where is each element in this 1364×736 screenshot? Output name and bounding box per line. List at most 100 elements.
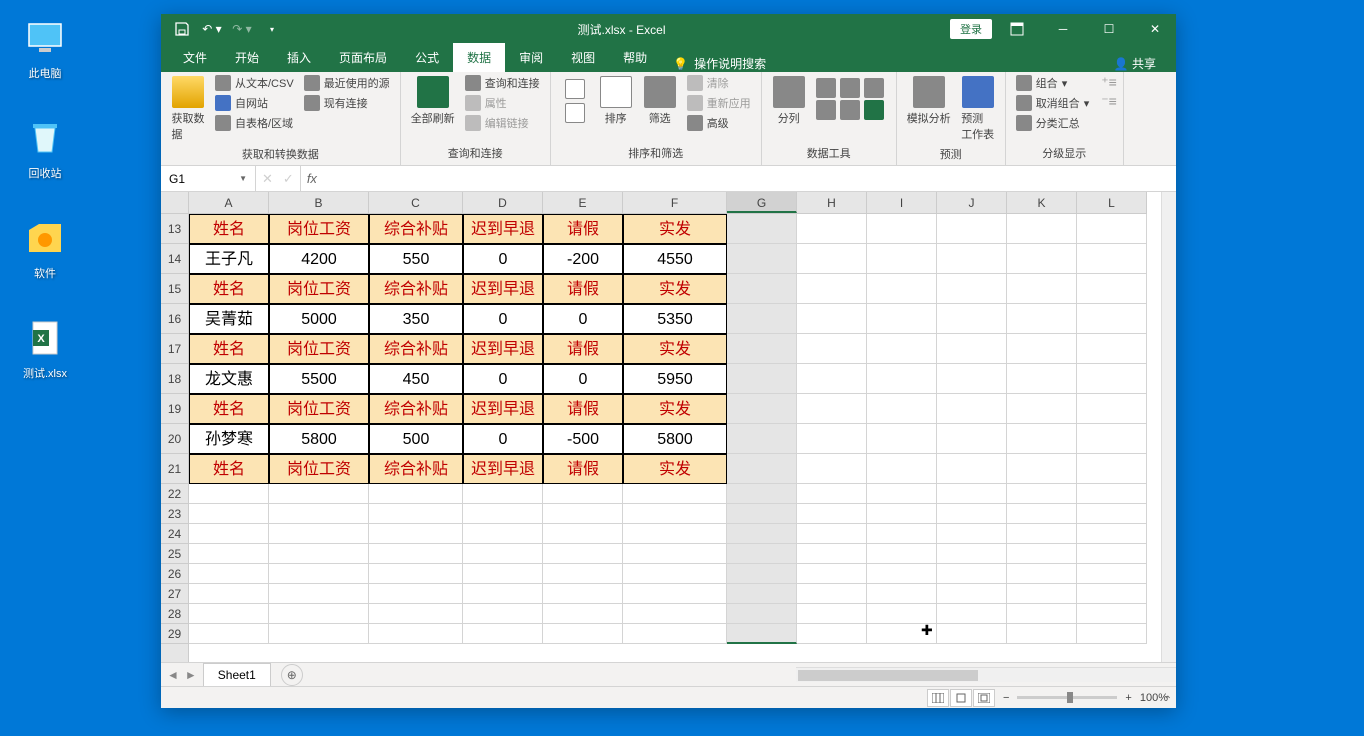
- cell[interactable]: 550: [369, 244, 463, 274]
- cell[interactable]: [543, 584, 623, 604]
- cell[interactable]: 综合补贴: [369, 334, 463, 364]
- cell[interactable]: [797, 394, 867, 424]
- tab-nav-next[interactable]: ►: [185, 668, 197, 682]
- cell[interactable]: 请假: [543, 394, 623, 424]
- row-header-21[interactable]: 21: [161, 454, 188, 484]
- cell[interactable]: [727, 624, 797, 644]
- what-if-button[interactable]: 模拟分析: [903, 74, 955, 128]
- consolidate-icon[interactable]: [816, 100, 836, 120]
- cell[interactable]: 实发: [623, 454, 727, 484]
- cell[interactable]: [937, 504, 1007, 524]
- cell[interactable]: 龙文惠: [189, 364, 269, 394]
- row-header-18[interactable]: 18: [161, 364, 188, 394]
- data-validation-icon[interactable]: [864, 78, 884, 98]
- cell[interactable]: [623, 484, 727, 504]
- cell[interactable]: [1007, 484, 1077, 504]
- cell[interactable]: 5350: [623, 304, 727, 334]
- cell[interactable]: [1077, 304, 1147, 334]
- cell[interactable]: 综合补贴: [369, 454, 463, 484]
- cell[interactable]: [797, 424, 867, 454]
- cell[interactable]: 实发: [623, 274, 727, 304]
- tab-file[interactable]: 文件: [169, 43, 221, 72]
- cell[interactable]: [867, 504, 937, 524]
- cell[interactable]: [189, 544, 269, 564]
- cell[interactable]: [727, 424, 797, 454]
- cell[interactable]: [269, 484, 369, 504]
- vertical-scrollbar[interactable]: [1161, 192, 1176, 662]
- cell[interactable]: [937, 214, 1007, 244]
- desktop-icon-file-xlsx[interactable]: X 测试.xlsx: [10, 318, 80, 381]
- cell[interactable]: 迟到早退: [463, 454, 543, 484]
- data-model-icon[interactable]: [864, 100, 884, 120]
- add-sheet-button[interactable]: ⊕: [281, 664, 303, 686]
- cell[interactable]: 姓名: [189, 214, 269, 244]
- tab-data[interactable]: 数据: [453, 43, 505, 72]
- cell[interactable]: [543, 624, 623, 644]
- cell[interactable]: [269, 604, 369, 624]
- cell[interactable]: [463, 504, 543, 524]
- tab-home[interactable]: 开始: [221, 43, 273, 72]
- cell[interactable]: 0: [463, 424, 543, 454]
- row-header-13[interactable]: 13: [161, 214, 188, 244]
- cell[interactable]: [867, 364, 937, 394]
- cell[interactable]: [623, 504, 727, 524]
- cell[interactable]: [937, 394, 1007, 424]
- hide-detail-icon[interactable]: ⁻≡: [1101, 93, 1117, 110]
- get-data-button[interactable]: 获取数 据: [167, 74, 209, 144]
- cell[interactable]: [463, 484, 543, 504]
- cell[interactable]: [1077, 394, 1147, 424]
- fx-icon[interactable]: fx: [301, 171, 323, 186]
- cell[interactable]: [1077, 544, 1147, 564]
- cell[interactable]: 孙梦寒: [189, 424, 269, 454]
- cell[interactable]: 0: [463, 304, 543, 334]
- column-header-E[interactable]: E: [543, 192, 623, 213]
- cell[interactable]: 5800: [623, 424, 727, 454]
- cell[interactable]: 实发: [623, 394, 727, 424]
- cell[interactable]: [867, 304, 937, 334]
- cell[interactable]: [797, 364, 867, 394]
- cell[interactable]: [867, 274, 937, 304]
- recent-sources-button[interactable]: 最近使用的源: [300, 74, 394, 92]
- cell[interactable]: [727, 564, 797, 584]
- cell[interactable]: [463, 544, 543, 564]
- edit-links-button[interactable]: 编辑链接: [461, 114, 544, 132]
- zoom-slider[interactable]: [1017, 696, 1117, 699]
- cell[interactable]: 5000: [269, 304, 369, 334]
- cell[interactable]: [1007, 624, 1077, 644]
- cell[interactable]: [867, 564, 937, 584]
- cell[interactable]: 4550: [623, 244, 727, 274]
- cell[interactable]: [1007, 304, 1077, 334]
- cell[interactable]: [623, 584, 727, 604]
- filter-button[interactable]: 筛选: [639, 74, 681, 128]
- cell[interactable]: [937, 524, 1007, 544]
- desktop-icon-this-pc[interactable]: 此电脑: [10, 18, 80, 81]
- cell[interactable]: [727, 364, 797, 394]
- horizontal-scrollbar[interactable]: [796, 667, 1176, 682]
- column-header-B[interactable]: B: [269, 192, 369, 213]
- cell[interactable]: [797, 214, 867, 244]
- cell[interactable]: [727, 394, 797, 424]
- cell[interactable]: [1077, 214, 1147, 244]
- cell[interactable]: 岗位工资: [269, 214, 369, 244]
- cell[interactable]: [269, 524, 369, 544]
- minimize-button[interactable]: ─: [1042, 14, 1084, 44]
- cell[interactable]: [1007, 524, 1077, 544]
- cell[interactable]: [463, 604, 543, 624]
- remove-duplicates-icon[interactable]: [840, 78, 860, 98]
- cell[interactable]: [937, 584, 1007, 604]
- cell[interactable]: [797, 334, 867, 364]
- from-text-csv-button[interactable]: 从文本/CSV: [211, 74, 298, 92]
- tab-formulas[interactable]: 公式: [401, 43, 453, 72]
- cell[interactable]: [727, 454, 797, 484]
- cell[interactable]: [937, 274, 1007, 304]
- column-header-L[interactable]: L: [1077, 192, 1147, 213]
- cell[interactable]: [867, 424, 937, 454]
- accept-formula-button[interactable]: ✓: [283, 171, 294, 187]
- login-button[interactable]: 登录: [950, 19, 992, 39]
- cell[interactable]: [543, 504, 623, 524]
- cell[interactable]: [797, 304, 867, 334]
- cell[interactable]: 请假: [543, 274, 623, 304]
- cell[interactable]: [937, 244, 1007, 274]
- cell[interactable]: [269, 584, 369, 604]
- sheet-tab-sheet1[interactable]: Sheet1: [203, 663, 271, 686]
